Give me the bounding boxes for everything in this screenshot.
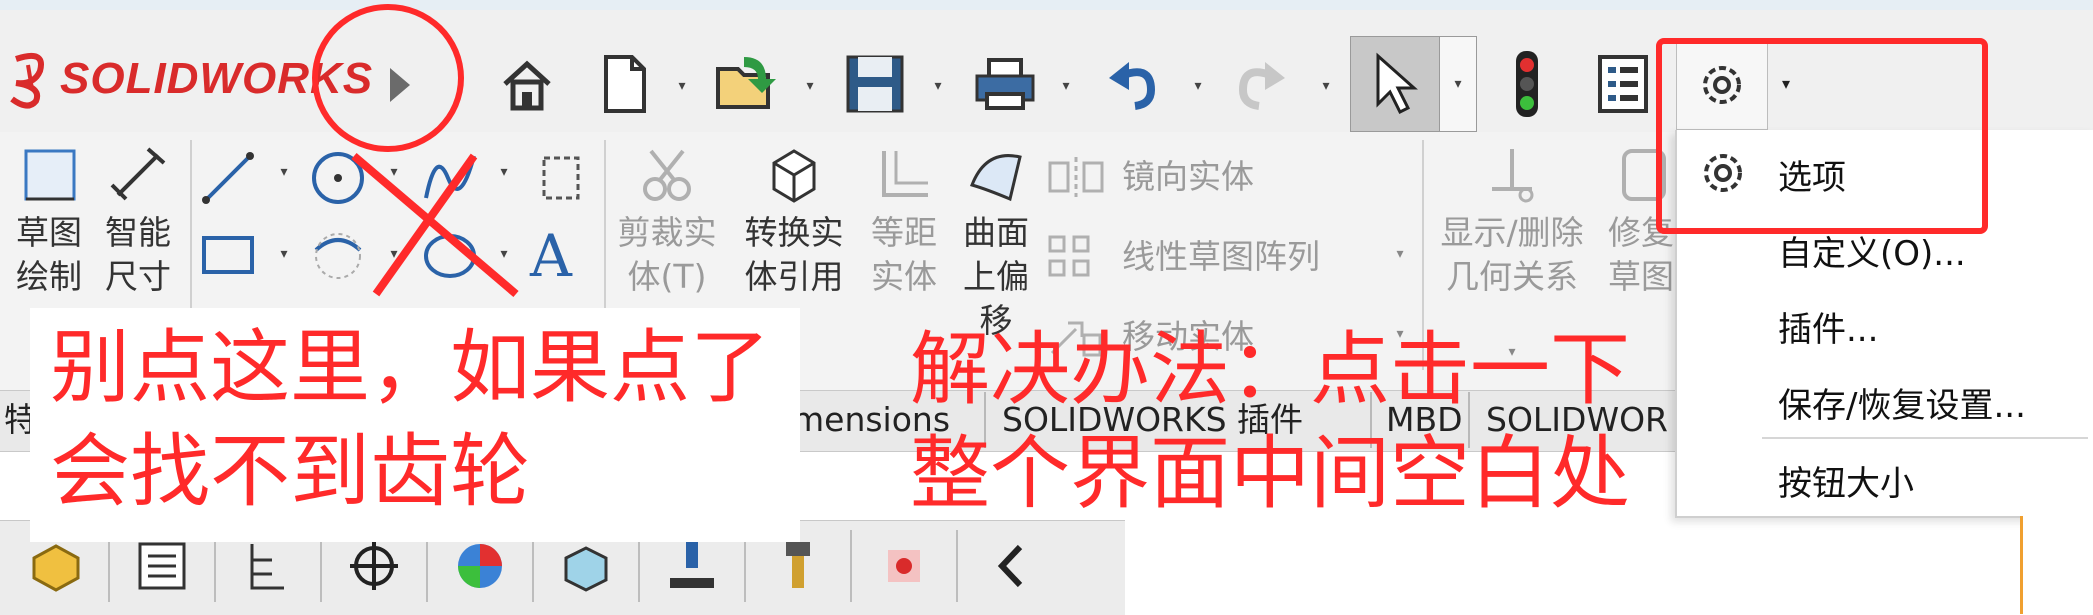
3ds-logo-icon — [10, 53, 44, 109]
menu-separator — [1762, 437, 2088, 439]
menu-item-save-restore-settings[interactable]: 保存/恢复设置... — [1778, 378, 2026, 427]
mirror-label: 镜向实体 — [1122, 157, 1254, 196]
offset-icon — [882, 151, 928, 197]
construction-geometry-icon[interactable] — [536, 150, 586, 210]
smart-dimension-icon — [110, 147, 166, 201]
display-delete-relations-button[interactable]: 显示/删除 几何关系 — [1432, 145, 1592, 315]
offset-label: 等距 实体 — [871, 213, 937, 296]
sketch-label: 草图 绘制 — [16, 213, 82, 296]
options-highlight-box — [1656, 38, 1988, 234]
redo-icon[interactable] — [1226, 40, 1296, 128]
menu-item-addins[interactable]: 插件... — [1778, 302, 1878, 351]
offset-on-surface-icon — [970, 154, 1022, 202]
display-relations-label: 显示/删除 几何关系 — [1440, 213, 1584, 296]
rectangle-dropdown-caret[interactable]: ▾ — [276, 246, 292, 262]
line-dropdown-caret[interactable]: ▾ — [276, 164, 292, 180]
text-tool-icon[interactable]: A — [530, 226, 572, 286]
trim-entities-button[interactable]: 剪裁实 体(T) — [612, 145, 722, 315]
home-icon[interactable] — [492, 40, 562, 128]
collapse-panel-icon[interactable] — [960, 530, 1064, 602]
undo-icon[interactable] — [1098, 40, 1168, 128]
warning-annotation-line1: 别点这里，如果点了 — [50, 321, 770, 414]
simulation-icon[interactable] — [852, 530, 958, 602]
warning-annotation-line2: 会找不到齿轮 — [50, 425, 530, 518]
smart-dimension-label: 智能 尺寸 — [105, 213, 171, 296]
print-dropdown-caret[interactable]: ▾ — [1058, 78, 1074, 94]
sketch-icon — [24, 149, 76, 201]
solution-annotation-line1: 解决办法：点击一下 — [910, 323, 1630, 416]
linear-pattern-dropdown-caret[interactable]: ▾ — [1392, 246, 1408, 262]
save-dropdown-caret[interactable]: ▾ — [930, 78, 946, 94]
rebuild-traffic-light-icon[interactable] — [1492, 40, 1562, 128]
trim-icon — [643, 149, 691, 201]
relations-icon — [1492, 149, 1534, 203]
convert-label: 转换实 体引用 — [744, 213, 844, 296]
open-dropdown-caret[interactable]: ▾ — [802, 78, 818, 94]
rectangle-tool-icon[interactable] — [198, 230, 260, 284]
mirror-icon — [1048, 157, 1104, 197]
print-icon[interactable] — [970, 40, 1040, 128]
cross-annotation — [351, 152, 519, 298]
save-icon[interactable] — [840, 40, 910, 128]
trim-label: 剪裁实 体(T) — [617, 213, 717, 296]
solution-annotation-line2: 整个界面中间空白处 — [910, 427, 1630, 520]
file-properties-icon[interactable] — [1588, 40, 1658, 128]
linear-sketch-pattern-button[interactable]: 线性草图阵列 — [1046, 232, 1320, 282]
graphics-area-edge — [2020, 516, 2093, 614]
menu-item-button-size[interactable]: 按钮大小 — [1778, 456, 1914, 505]
title-strip — [0, 0, 2093, 10]
linear-pattern-label: 线性草图阵列 — [1122, 237, 1320, 276]
new-dropdown-caret[interactable]: ▾ — [674, 78, 690, 94]
offset-entities-button[interactable]: 等距 实体 — [862, 145, 946, 315]
mirror-entities-button[interactable]: 镜向实体 — [1046, 152, 1254, 202]
smart-dimension-button[interactable]: 智能 尺寸 — [96, 145, 180, 315]
line-tool-icon[interactable] — [200, 150, 256, 210]
arrow-circle-annotation — [312, 4, 464, 152]
convert-entities-button[interactable]: 转换实 体引用 — [736, 145, 852, 315]
select-cursor-button[interactable] — [1350, 36, 1440, 132]
sketch-button[interactable]: 草图 绘制 — [10, 145, 88, 315]
new-document-icon[interactable] — [590, 40, 660, 128]
undo-dropdown-caret[interactable]: ▾ — [1190, 78, 1206, 94]
select-cursor-icon — [1376, 52, 1418, 115]
open-folder-icon[interactable] — [712, 40, 782, 128]
convert-entities-icon — [772, 149, 816, 203]
redo-dropdown-caret[interactable]: ▾ — [1318, 78, 1334, 94]
select-dropdown[interactable]: ▾ — [1440, 36, 1477, 132]
linear-pattern-icon — [1048, 235, 1090, 277]
